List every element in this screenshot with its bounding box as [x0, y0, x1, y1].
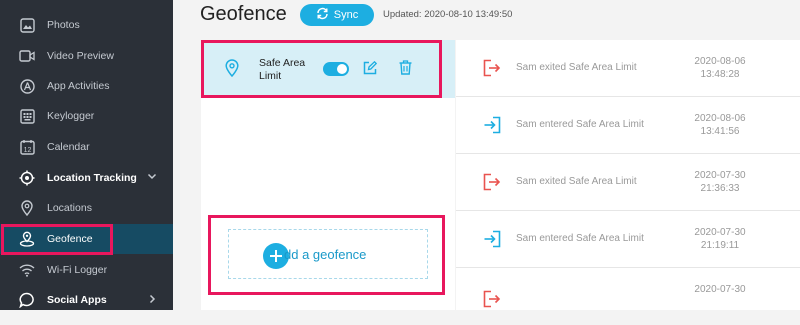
- event-time: 13:48:28: [700, 69, 740, 80]
- sidebar-item-label: Social Apps: [47, 294, 107, 306]
- geofence-events-list: Sam exited Safe Area Limit 2020-08-06 13:…: [456, 40, 800, 310]
- image-icon: [19, 17, 35, 33]
- event-text: Sam entered Safe Area Limit: [516, 119, 644, 130]
- event-text: Sam exited Safe Area Limit: [516, 176, 637, 187]
- event-date: 2020-08-06: [694, 56, 746, 67]
- trash-icon[interactable]: [399, 60, 412, 80]
- event-time: 21:19:11: [700, 240, 740, 251]
- sidebar-item-label: Video Preview: [47, 50, 114, 62]
- edit-icon[interactable]: [363, 60, 378, 80]
- keyboard-icon: [19, 108, 35, 124]
- map-pin-icon: [225, 59, 239, 82]
- exit-icon: [483, 173, 501, 196]
- event-row: Sam entered Safe Area Limit 2020-08-06 13…: [456, 97, 800, 154]
- app-store-icon: [19, 78, 35, 94]
- event-row: Sam exited Safe Area Limit 2020-07-30 21:…: [456, 154, 800, 211]
- geofence-list-panel: Safe Area Limit dd a geofence: [201, 40, 455, 310]
- event-datetime: 2020-08-06 13:48:28: [690, 55, 750, 81]
- map-pin-icon: [19, 200, 35, 216]
- event-date: 2020-08-06: [694, 113, 746, 124]
- chevron-down-icon[interactable]: [147, 171, 157, 184]
- event-text: Sam entered Safe Area Limit: [516, 233, 644, 244]
- event-date: 2020-07-30: [694, 170, 746, 181]
- event-datetime: 2020-07-30 21:36:33: [690, 169, 750, 195]
- enter-icon: [483, 230, 501, 253]
- event-date: 2020-07-30: [694, 227, 746, 238]
- sidebar-item-label: Wi-Fi Logger: [47, 264, 108, 276]
- sidebar-item-label: Geofence: [47, 233, 93, 245]
- event-datetime: 2020-08-06 13:41:56: [690, 112, 750, 138]
- event-time: 13:41:56: [700, 126, 740, 137]
- sidebar-item-wifi-logger[interactable]: Wi-Fi Logger: [0, 255, 173, 285]
- sync-label: Sync: [333, 9, 359, 21]
- sidebar-item-social-apps[interactable]: Social Apps: [0, 285, 173, 315]
- geofence-name: Safe Area Limit: [259, 57, 306, 82]
- exit-icon: [483, 59, 501, 82]
- event-datetime: 2020-07-30 21:19:11: [690, 226, 750, 252]
- sidebar-item-label: Locations: [47, 202, 92, 214]
- page-title: Geofence: [200, 3, 287, 25]
- refresh-icon: [316, 7, 329, 23]
- sidebar-item-location-tracking[interactable]: Location Tracking: [0, 163, 173, 193]
- chat-bubble-icon: [19, 292, 35, 308]
- updated-timestamp: Updated: 2020-08-10 13:49:50: [383, 9, 513, 20]
- event-row: Sam exited Safe Area Limit 2020-08-06 13:…: [456, 40, 800, 97]
- geofence-icon: [19, 231, 35, 247]
- add-geofence-label: dd a geofence: [284, 247, 367, 262]
- wifi-icon: [19, 262, 35, 278]
- event-time: 21:36:33: [700, 183, 740, 194]
- sidebar-item-label: Location Tracking: [47, 172, 137, 184]
- geofence-toggle[interactable]: [323, 62, 349, 76]
- main-content: Geofence Sync Updated: 2020-08-10 13:49:…: [173, 0, 800, 310]
- event-text: Sam exited Safe Area Limit: [516, 62, 637, 73]
- geofence-item[interactable]: Safe Area Limit: [201, 40, 455, 98]
- enter-icon: [483, 116, 501, 139]
- sidebar-item-geofence[interactable]: Geofence: [0, 224, 173, 254]
- sidebar-item-locations[interactable]: Locations: [0, 193, 173, 223]
- crosshair-icon: [19, 170, 35, 186]
- toggle-knob: [337, 64, 347, 74]
- svg-text:12: 12: [23, 147, 31, 154]
- sidebar-item-label: App Activities: [47, 80, 110, 92]
- sidebar-item-label: Photos: [47, 19, 80, 31]
- sidebar-item-calendar[interactable]: 12 Calendar: [0, 132, 173, 162]
- sidebar-item-keylogger[interactable]: Keylogger: [0, 101, 173, 131]
- sidebar-item-app-activities[interactable]: App Activities: [0, 71, 173, 101]
- sidebar-item-label: Keylogger: [47, 110, 95, 122]
- event-date: 2020-07-30: [694, 284, 746, 295]
- chevron-right-icon[interactable]: [147, 294, 157, 307]
- sidebar-item-video-preview[interactable]: Video Preview: [0, 41, 173, 71]
- event-row: Sam entered Safe Area Limit 2020-07-30 21…: [456, 211, 800, 268]
- video-icon: [19, 48, 35, 64]
- sidebar-item-photos[interactable]: Photos: [0, 10, 173, 40]
- event-datetime: 2020-07-30: [690, 283, 750, 296]
- sidebar: Photos Video Preview App Activities Keyl…: [0, 0, 173, 310]
- sync-button[interactable]: Sync: [300, 4, 374, 26]
- event-row: 2020-07-30: [456, 268, 800, 325]
- sidebar-item-label: Calendar: [47, 141, 90, 153]
- calendar-icon: 12: [19, 139, 35, 155]
